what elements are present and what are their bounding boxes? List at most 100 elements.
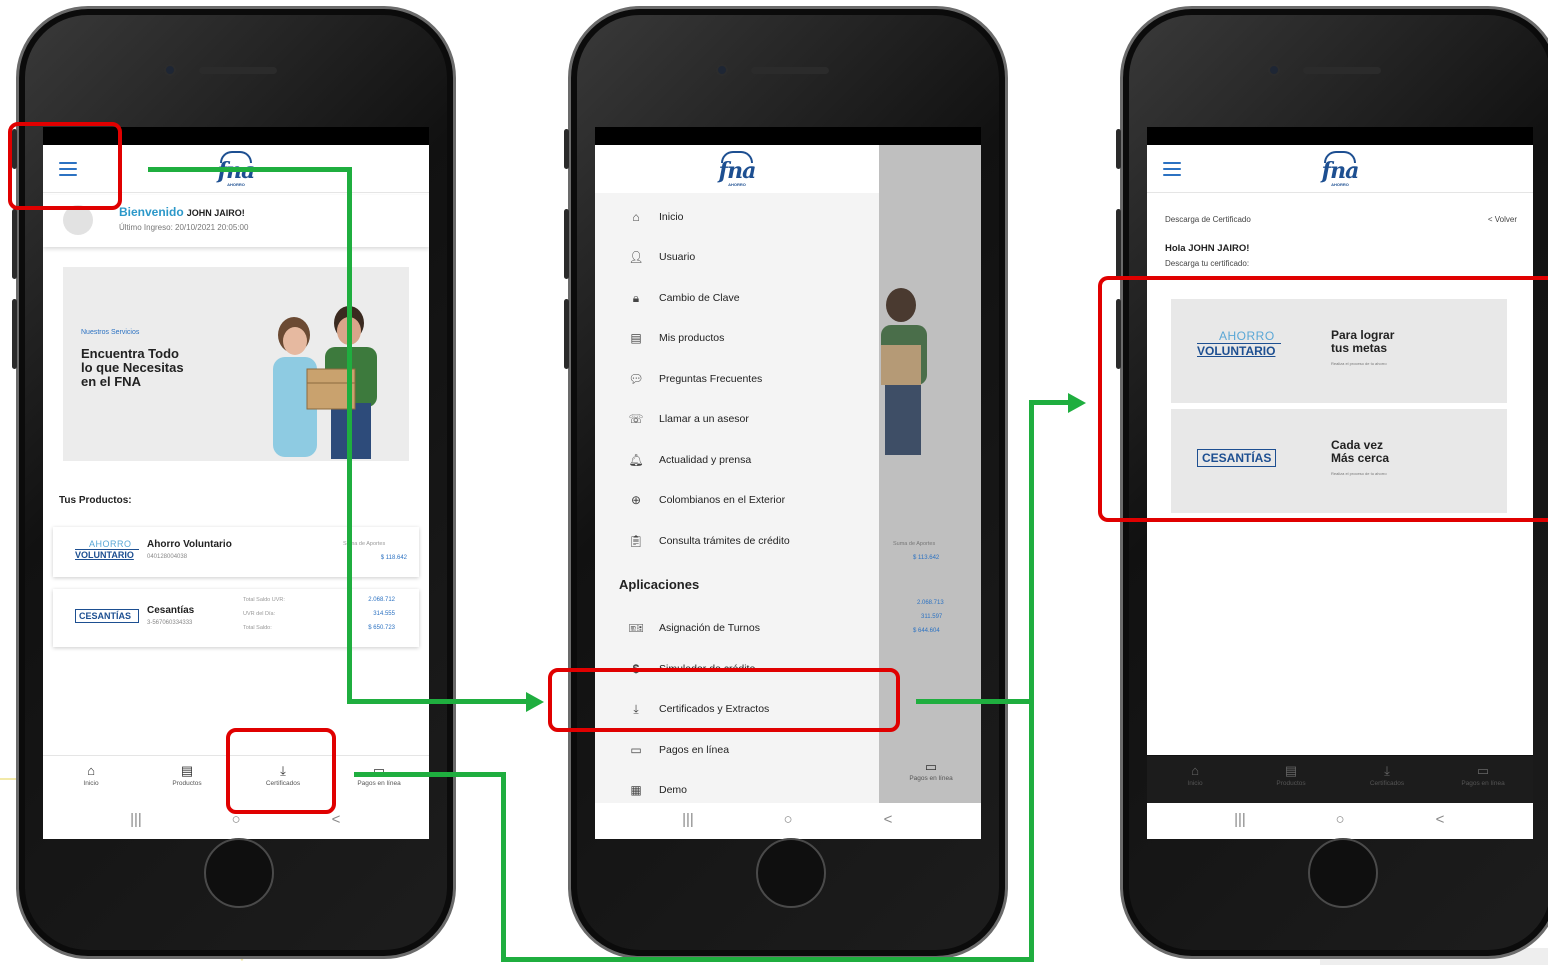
recents-button[interactable]: |||: [1225, 811, 1255, 828]
menu-label: Preguntas Frecuentes: [659, 373, 763, 385]
menu-item-turnos[interactable]: 🎫︎ Asignación de Turnos: [625, 616, 760, 640]
menu-label: Actualidad y prensa: [659, 454, 752, 466]
cesantias-logo: CESANTÍAS: [75, 609, 139, 637]
download-icon: ⤓: [280, 763, 286, 778]
phone-home-screen: fna AHORRO Bienvenido JOHN JAIRO! Último…: [12, 6, 456, 959]
status-bar: [1147, 127, 1533, 145]
product-name: Ahorro Voluntario: [147, 539, 232, 550]
phone-menu-screen: Suma de Aportes $ 113.642 2.068.713 311.…: [564, 6, 1008, 959]
certificate-card-ahorro[interactable]: AHORRO VOLUNTARIO Para lograr tus metas …: [1171, 299, 1507, 403]
hamburger-menu-icon[interactable]: [1163, 162, 1181, 176]
phone-icon: ☏: [628, 412, 644, 426]
nav-inicio[interactable]: ⌂ Inicio: [51, 762, 131, 787]
fna-logo: fna AHORRO: [1318, 151, 1362, 189]
menu-label: Inicio: [659, 211, 684, 223]
value-label: Total Saldo UVR:: [243, 597, 285, 603]
card-icon: ▭: [924, 759, 938, 774]
product-card-cesantias[interactable]: CESANTÍAS Cesantías 3-567060334333 Total…: [53, 589, 419, 647]
menu-item-llamar[interactable]: ☏ Llamar a un asesor: [625, 407, 749, 431]
side-button: [1116, 209, 1121, 279]
bg-value: 2.068.713: [917, 600, 944, 606]
menu-item-usuario[interactable]: 👤︎ Usuario: [625, 245, 695, 269]
nav-productos[interactable]: ▤ Productos: [1251, 762, 1331, 787]
menu-item-consulta[interactable]: 📋︎ Consulta trámites de crédito: [625, 529, 789, 553]
nav-label: Inicio: [83, 780, 99, 787]
side-button: [564, 209, 569, 279]
menu-label: Usuario: [659, 251, 696, 263]
card-title: Para lograr tus metas: [1331, 329, 1394, 355]
flow-arrow-segment: [501, 957, 1034, 962]
chat-icon: 💬︎: [628, 372, 644, 386]
menu-item-demo[interactable]: ▦ Demo: [625, 778, 687, 802]
nav-label: Productos: [172, 780, 202, 787]
menu-item-certificados[interactable]: ⤓ Certificados y Extractos: [625, 697, 769, 721]
screen: fna AHORRO Bienvenido JOHN JAIRO! Último…: [43, 127, 429, 839]
front-camera: [164, 64, 176, 76]
flow-arrow-segment: [148, 167, 352, 172]
value: 2.068.712: [368, 597, 395, 603]
product-number: 3-567060334333: [147, 620, 193, 626]
document-icon: ▤: [180, 763, 194, 778]
nav-label: Certificados: [265, 780, 301, 787]
logo-top: AHORRO: [1219, 329, 1275, 343]
back-button[interactable]: <: [321, 811, 351, 828]
services-banner[interactable]: Nuestros Servicios Encuentra Todo lo que…: [63, 267, 409, 461]
menu-item-preguntas[interactable]: 💬︎ Preguntas Frecuentes: [625, 367, 762, 391]
menu-label: Pagos en línea: [659, 744, 730, 756]
nav-pagos[interactable]: ▭ Pagos en línea: [1443, 762, 1523, 787]
flow-arrow-segment: [354, 772, 506, 777]
page-title: Descarga de Certificado: [1165, 215, 1251, 224]
flow-arrow-segment: [1029, 700, 1034, 962]
hamburger-menu-icon[interactable]: [59, 162, 77, 176]
back-button[interactable]: <: [873, 811, 903, 828]
logo-top: AHORRO: [89, 539, 132, 549]
product-card-ahorro[interactable]: AHORRO VOLUNTARIO Ahorro Voluntario 0401…: [53, 527, 419, 577]
front-camera: [716, 64, 728, 76]
greeting: Hola JOHN JAIRO!: [1165, 243, 1250, 254]
home-icon: ⌂: [87, 763, 95, 778]
ticket-icon: 🎫︎: [628, 621, 644, 635]
nav-label: Certificados: [1369, 780, 1405, 787]
menu-item-colombianos[interactable]: ⊕ Colombianos en el Exterior: [625, 488, 785, 512]
nav-certificados[interactable]: ⤓ Certificados: [1347, 762, 1427, 787]
nav-inicio[interactable]: ⌂ Inicio: [1155, 762, 1235, 787]
back-button[interactable]: <: [1425, 811, 1455, 828]
logo-word: fna: [718, 158, 757, 184]
home-button[interactable]: ○: [773, 811, 803, 828]
recents-button[interactable]: |||: [121, 811, 151, 828]
menu-label: Llamar a un asesor: [659, 413, 749, 425]
download-icon: ⤓: [1384, 763, 1390, 778]
flow-arrow-segment: [501, 772, 506, 962]
menu-item-inicio[interactable]: ⌂ Inicio: [625, 205, 684, 229]
card-icon: ▭: [372, 763, 386, 778]
home-icon: ⌂: [1191, 763, 1199, 778]
bg-label: Suma de Aportes: [893, 541, 936, 547]
clipboard-icon: 📋︎: [628, 534, 644, 548]
menu-item-mis-productos[interactable]: ▤ Mis productos: [625, 326, 724, 350]
value-label: UVR del Día:: [243, 611, 276, 617]
menu-item-simulador[interactable]: $ Simulador de crédito: [625, 657, 756, 681]
home-button[interactable]: ○: [221, 811, 251, 828]
bg-value: 311.597: [921, 614, 943, 620]
menu-item-cambio-clave[interactable]: 🔒︎ Cambio de Clave: [625, 286, 740, 310]
menu-item-pagos[interactable]: ▭ Pagos en línea: [625, 738, 729, 762]
nav-productos[interactable]: ▤ Productos: [147, 762, 227, 787]
user-icon: 👤︎: [628, 250, 644, 264]
menu-item-actualidad[interactable]: 🔔︎ Actualidad y prensa: [625, 448, 751, 472]
back-link[interactable]: < Volver: [1488, 215, 1517, 224]
side-button: [564, 299, 569, 369]
avatar: [63, 205, 93, 235]
certificate-card-cesantias[interactable]: CESANTÍAS Cada vez Más cerca Realiza el …: [1171, 409, 1507, 513]
status-bar: [43, 127, 429, 145]
home-button[interactable]: ○: [1325, 811, 1355, 828]
card-title: Cada vez Más cerca: [1331, 439, 1389, 465]
side-button: [1116, 299, 1121, 369]
flow-arrow-segment: [1029, 400, 1071, 405]
recents-button[interactable]: |||: [673, 811, 703, 828]
nav-label: Pagos en línea: [357, 780, 401, 787]
card-subtitle: Realiza el proceso de tu ahorro: [1331, 361, 1387, 366]
flow-arrow-head: [1068, 393, 1086, 413]
banner-kicker: Nuestros Servicios: [81, 329, 140, 336]
nav-certificados[interactable]: ⤓ Certificados: [243, 762, 323, 787]
bg-nav-label: Pagos en línea: [909, 775, 953, 782]
